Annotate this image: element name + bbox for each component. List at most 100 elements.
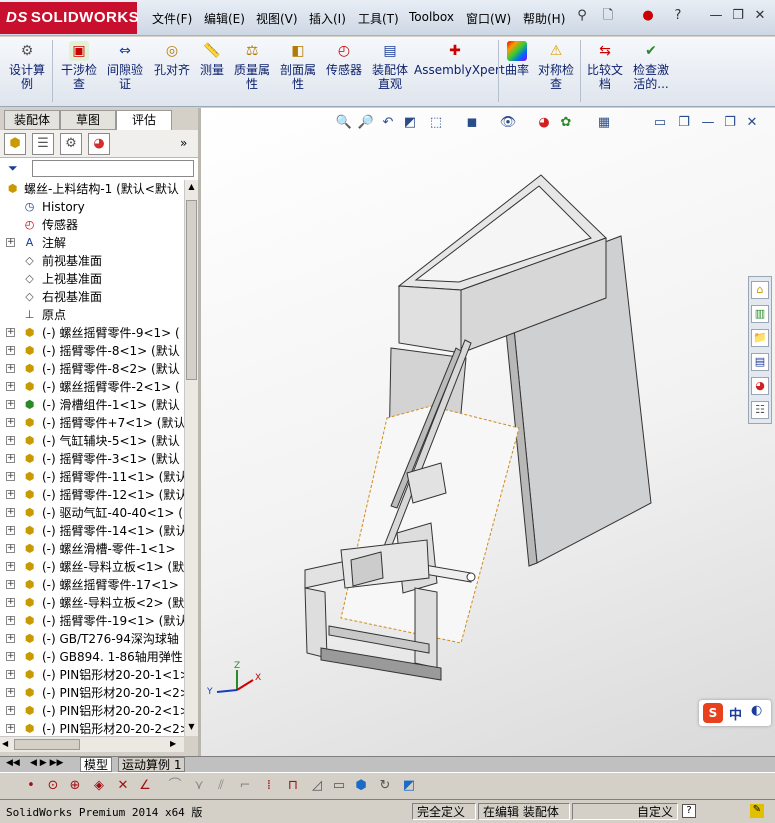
help-icon[interactable]: ? <box>682 804 696 818</box>
expand-icon[interactable]: + <box>6 580 15 589</box>
expand-panel-icon[interactable]: » <box>180 136 187 150</box>
section-properties-button[interactable]: ◧ 剖面属 性 <box>276 41 320 91</box>
tree-item[interactable]: + ⬢ (-) 摇臂零件-19<1> (默认 <box>0 612 184 630</box>
expand-icon[interactable]: + <box>6 670 15 679</box>
expand-icon[interactable]: + <box>6 616 15 625</box>
mass-properties-button[interactable]: ⚖ 质量属 性 <box>230 41 274 91</box>
chamfer-icon[interactable]: ⋎ <box>190 777 208 795</box>
tab-scroll-left-icon[interactable]: ◀ ▶ ▶▶ <box>30 758 63 768</box>
tree-item[interactable]: + ⬢ (-) 螺丝-导料立板<2> (默 <box>0 594 184 612</box>
filter-icon[interactable]: ⏷ <box>8 161 18 176</box>
tab-sketch[interactable]: 草图 <box>60 110 116 130</box>
scroll-down-icon[interactable]: ▼ <box>186 722 197 732</box>
menu-edit[interactable]: 编辑(E) <box>204 10 245 27</box>
expand-icon[interactable]: + <box>6 490 15 499</box>
tab-motion-study[interactable]: 运动算例 1 <box>118 757 186 772</box>
ime-indicator[interactable]: S 中 ◐ <box>699 700 771 726</box>
tree-item[interactable]: ◷ History <box>0 198 184 216</box>
tree-item[interactable]: + ⬢ (-) 螺丝摇臂零件-17<1> <box>0 576 184 594</box>
interference-check-button[interactable]: ▣ 干涉检 查 <box>58 41 100 91</box>
check-active-button[interactable]: ✔ 检查激 活的... <box>628 41 674 91</box>
centerpoint-icon[interactable]: ◈ <box>90 777 108 795</box>
tree-item[interactable]: + ⬢ (-) 摇臂零件-11<1> (默认 <box>0 468 184 486</box>
3d-sketch-icon[interactable]: ◩ <box>400 777 418 795</box>
property-manager-icon[interactable]: ☰ <box>32 133 54 155</box>
expand-icon[interactable]: + <box>6 634 15 643</box>
filter-input[interactable] <box>32 160 194 177</box>
tree-item[interactable]: + ⬢ (-) 摇臂零件+7<1> (默认 <box>0 414 184 432</box>
expand-icon[interactable]: + <box>6 526 15 535</box>
tree-item[interactable]: + A 注解 <box>0 234 184 252</box>
menu-window[interactable]: 窗口(W) <box>466 10 511 27</box>
close-icon[interactable]: ✕ <box>752 7 768 25</box>
scroll-thumb[interactable] <box>186 200 197 380</box>
pin-icon[interactable]: ⚲ <box>574 7 590 25</box>
tree-item[interactable]: + ⬢ (-) 螺丝摇臂零件-2<1> ( <box>0 378 184 396</box>
assemblyxpert-button[interactable]: ✚ AssemblyXpert <box>414 41 505 77</box>
rebuild-light-icon[interactable]: ● <box>640 7 656 25</box>
tree-item[interactable]: + ⬢ (-) PIN铝形材20-20-1<2> <box>0 684 184 702</box>
hole-align-button[interactable]: ◎ 孔对齐 <box>150 41 194 77</box>
frame-leg-right[interactable] <box>414 587 438 669</box>
rotate-icon[interactable]: ↻ <box>376 777 394 795</box>
mirror-icon[interactable]: ⌐ <box>236 777 254 795</box>
tab-scroll-first-icon[interactable]: ◀◀ <box>6 758 20 768</box>
line-icon[interactable]: ∠ <box>136 777 154 795</box>
tree-item[interactable]: + ⬢ (-) 螺丝滑槽-零件-1<1> <box>0 540 184 558</box>
custom-properties-icon[interactable]: ☷ <box>751 401 769 419</box>
menu-help[interactable]: 帮助(H) <box>523 10 565 27</box>
graphics-area[interactable]: 🔍 🔎 ↶ ◩ ⬚ ◼ 👁 ◕ ✿ ▦ ▭ ❐ — ❐ ✕ Z X Y ⌂ ▥ … <box>201 108 775 756</box>
menu-toolbox[interactable]: Toolbox <box>409 10 454 24</box>
expand-icon[interactable]: + <box>6 364 15 373</box>
tree-item[interactable]: + ⬢ (-) PIN铝形材20-20-2<2> <box>0 720 184 736</box>
fillet-icon[interactable]: ⌒ <box>166 777 184 795</box>
expand-icon[interactable]: + <box>6 382 15 391</box>
expand-icon[interactable]: + <box>6 688 15 697</box>
sensor-button[interactable]: ◴ 传感器 <box>322 41 366 77</box>
expand-icon[interactable]: + <box>6 544 15 553</box>
feature-manager-icon[interactable]: ⬢ <box>4 133 26 155</box>
clearance-verify-button[interactable]: ⇔ 间隙验 证 <box>104 41 146 91</box>
menu-view[interactable]: 视图(V) <box>256 10 298 27</box>
curvature-button[interactable]: 曲率 <box>502 41 532 77</box>
expand-icon[interactable]: + <box>6 400 15 409</box>
scroll-right-icon[interactable]: ▶ <box>170 739 176 748</box>
tree-item[interactable]: + ⬢ (-) 驱动气缸-40-40<1> ( <box>0 504 184 522</box>
hscroll-thumb[interactable] <box>14 739 80 750</box>
frame-leg-left[interactable] <box>304 587 328 659</box>
expand-icon[interactable]: + <box>6 598 15 607</box>
tree-root[interactable]: ⬢ 螺丝-上料结构-1 (默认<默认 <box>0 180 184 198</box>
solidworks-resources-icon[interactable]: ⌂ <box>751 281 769 299</box>
menu-file[interactable]: 文件(F) <box>152 10 192 27</box>
tree-item[interactable]: + ⬢ (-) GB/T276-94深沟球轴 <box>0 630 184 648</box>
tree-item[interactable]: + ⬢ (-) 螺丝摇臂零件-9<1> ( <box>0 324 184 342</box>
tree-item[interactable]: ◴ 传感器 <box>0 216 184 234</box>
expand-icon[interactable]: + <box>6 238 15 247</box>
rectangle-icon[interactable]: ▭ <box>330 777 348 795</box>
tab-assembly[interactable]: 装配体 <box>4 110 60 130</box>
expand-icon[interactable]: + <box>6 472 15 481</box>
file-explorer-icon[interactable]: 📁 <box>751 329 769 347</box>
tree-item[interactable]: + ⬢ (-) PIN铝形材20-20-1<1> <box>0 666 184 684</box>
expand-icon[interactable]: + <box>6 328 15 337</box>
compare-documents-button[interactable]: ⇆ 比较文 档 <box>584 41 626 91</box>
expand-icon[interactable]: + <box>6 706 15 715</box>
menu-tools[interactable]: 工具(T) <box>358 10 399 27</box>
tree-item[interactable]: + ⬢ (-) PIN铝形材20-20-2<1> <box>0 702 184 720</box>
circle-icon[interactable]: ⊙ <box>44 777 62 795</box>
tree-item[interactable]: ⊥ 原点 <box>0 306 184 324</box>
tab-model[interactable]: 模型 <box>80 757 113 772</box>
tree-horizontal-scrollbar[interactable]: ◀ ▶ <box>0 736 184 752</box>
tree-item[interactable]: ◇ 前视基准面 <box>0 252 184 270</box>
trim-icon[interactable]: ✕ <box>114 777 132 795</box>
expand-icon[interactable]: + <box>6 418 15 427</box>
tree-item[interactable]: + ⬢ (-) 摇臂零件-3<1> (默认 <box>0 450 184 468</box>
extrude-icon[interactable]: ⬢ <box>352 777 370 795</box>
menu-insert[interactable]: 插入(I) <box>309 10 346 27</box>
polygon-icon[interactable]: ⊕ <box>66 777 84 795</box>
expand-icon[interactable]: + <box>6 454 15 463</box>
scroll-up-icon[interactable]: ▲ <box>186 182 197 192</box>
tree-item[interactable]: + ⬢ (-) 摇臂零件-14<1> (默认 <box>0 522 184 540</box>
tree-item[interactable]: + ⬢ (-) 气缸辅块-5<1> (默认 <box>0 432 184 450</box>
measure-button[interactable]: 📏 测量 <box>196 41 228 77</box>
